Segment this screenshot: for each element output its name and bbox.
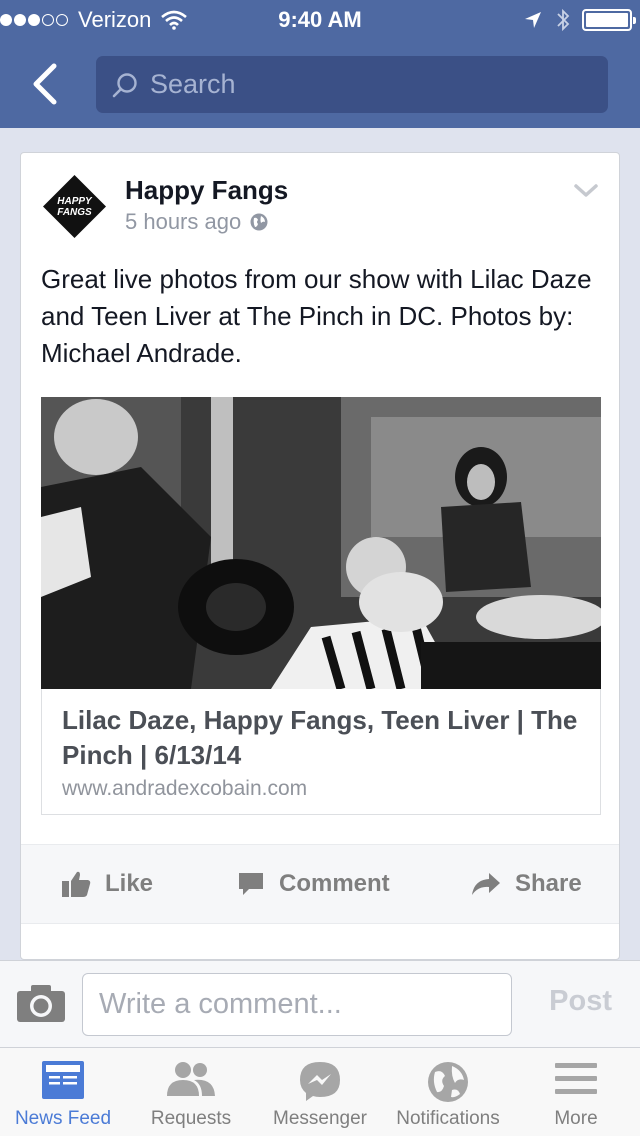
comment-input[interactable] <box>82 973 512 1036</box>
tab-requests[interactable]: Requests <box>128 1048 254 1136</box>
bluetooth-icon <box>557 8 570 32</box>
link-preview-image[interactable] <box>41 397 601 689</box>
status-bar: Verizon 9:40 AM <box>0 0 640 40</box>
menu-icon <box>555 1063 597 1094</box>
top-navigation-bar: Verizon 9:40 AM <box>0 0 640 128</box>
public-globe-icon <box>250 213 268 231</box>
tab-news-feed[interactable]: News Feed <box>0 1048 126 1136</box>
comment-button[interactable]: Comment <box>237 845 390 923</box>
share-arrow-icon <box>472 873 500 895</box>
post-card: HAPPY FANGS Happy Fangs 5 hours ago Grea… <box>20 152 620 960</box>
comment-bubble-icon <box>239 873 263 895</box>
share-label: Share <box>515 870 582 897</box>
search-bar[interactable] <box>96 56 608 113</box>
post-text: Great live photos from our show with Lil… <box>41 264 592 368</box>
messenger-icon <box>300 1062 340 1101</box>
tab-bar: News Feed Requests Messenger Notificatio… <box>0 1048 640 1136</box>
tab-label: News Feed <box>14 1108 112 1129</box>
comment-label: Comment <box>279 870 390 897</box>
back-arrow-icon[interactable] <box>28 62 68 106</box>
divider <box>21 923 619 924</box>
likes-summary-partial[interactable] <box>41 947 161 959</box>
search-input[interactable] <box>150 69 590 100</box>
tab-more[interactable]: More <box>512 1048 640 1136</box>
page-avatar[interactable]: HAPPY FANGS <box>41 173 108 240</box>
friends-icon <box>167 1062 215 1096</box>
link-url: www.andradexcobain.com <box>62 777 308 800</box>
battery-icon <box>582 9 636 31</box>
chevron-down-icon[interactable] <box>573 183 599 199</box>
link-preview[interactable]: Lilac Daze, Happy Fangs, Teen Liver | Th… <box>41 689 601 815</box>
post-timestamp[interactable]: 5 hours ago <box>125 209 241 235</box>
post-author[interactable]: Happy Fangs <box>125 175 288 206</box>
tab-label: Notifications <box>396 1108 500 1129</box>
camera-icon[interactable] <box>16 983 66 1023</box>
tab-notifications[interactable]: Notifications <box>384 1048 512 1136</box>
avatar-logo-text-2: FANGS <box>57 207 92 218</box>
globe-icon <box>428 1062 468 1102</box>
tab-label: Messenger <box>273 1108 367 1129</box>
comment-composer: Post <box>0 960 640 1048</box>
like-button[interactable]: Like <box>61 845 153 923</box>
tab-messenger[interactable]: Messenger <box>256 1048 384 1136</box>
search-icon <box>112 72 137 97</box>
share-button[interactable]: Share <box>471 845 582 923</box>
link-title[interactable]: Lilac Daze, Happy Fangs, Teen Liver | Th… <box>62 703 582 773</box>
location-arrow-icon <box>525 12 541 28</box>
tab-label: Requests <box>150 1108 232 1129</box>
post-meta: 5 hours ago <box>125 209 269 235</box>
tab-label: More <box>554 1108 598 1129</box>
post-actions: Like Comment Share <box>21 845 619 923</box>
like-label: Like <box>105 870 154 897</box>
news-feed-icon <box>42 1061 84 1099</box>
thumbs-up-icon <box>62 871 91 897</box>
post-comment-button[interactable]: Post <box>549 985 612 1018</box>
avatar-logo-text: HAPPY <box>57 196 93 207</box>
